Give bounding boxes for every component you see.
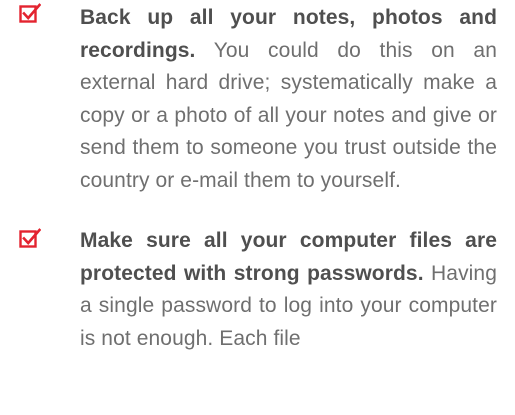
- checked-box-icon: [19, 3, 41, 23]
- checklist: Back up all your notes, photos and recor…: [0, 0, 515, 355]
- checked-box-icon: [19, 228, 41, 248]
- checklist-item-text: Back up all your notes, photos and recor…: [80, 2, 497, 197]
- checklist-item-text: Make sure all your computer files are pr…: [80, 225, 497, 355]
- checklist-item: Back up all your notes, photos and recor…: [0, 0, 515, 197]
- checklist-item: Make sure all your computer files are pr…: [0, 225, 515, 355]
